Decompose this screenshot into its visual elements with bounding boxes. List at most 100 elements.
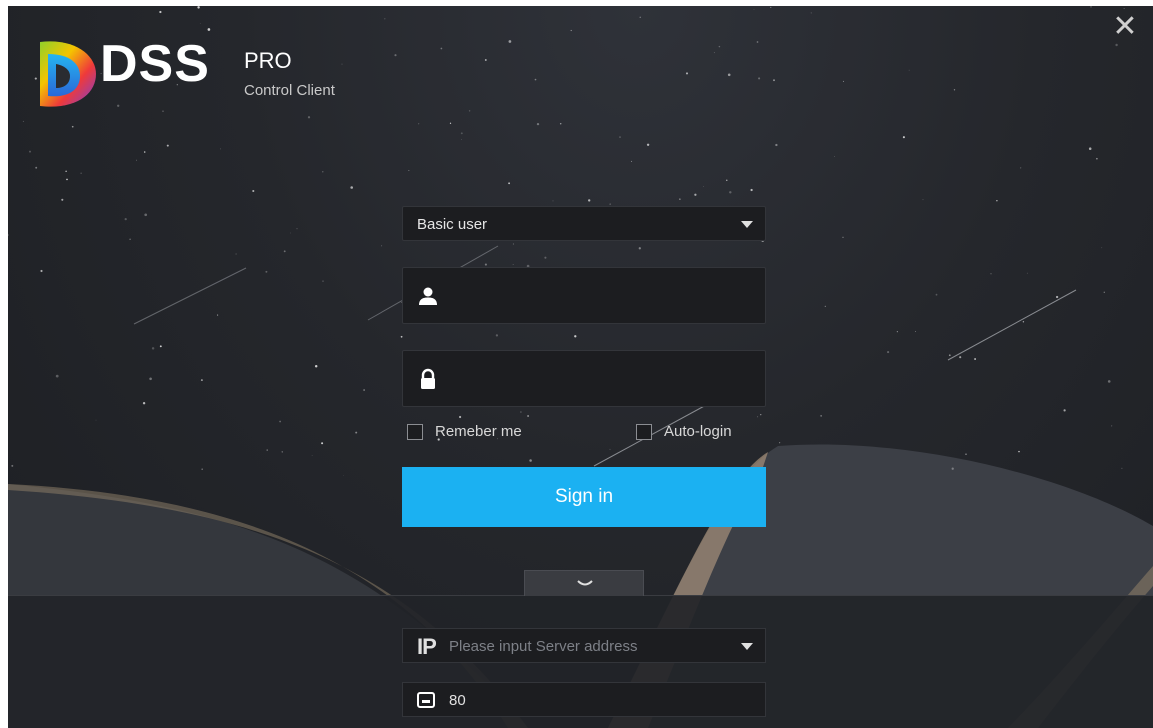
auto-login-checkbox[interactable] [636, 423, 652, 440]
star [343, 474, 345, 476]
logo-subtitle: Control Client [244, 82, 335, 99]
star [718, 45, 721, 48]
star [1088, 147, 1092, 150]
star [694, 193, 697, 196]
star [322, 280, 324, 282]
sign-in-button[interactable]: Sign in [402, 467, 766, 527]
star [166, 144, 169, 147]
star [512, 243, 514, 245]
star [512, 263, 514, 265]
star [1123, 7, 1125, 9]
star [129, 238, 131, 241]
password-field[interactable] [402, 350, 766, 408]
star [842, 80, 844, 82]
star [753, 9, 755, 10]
star [35, 166, 38, 169]
star [1018, 450, 1020, 453]
ip-icon: IP [417, 634, 437, 659]
star [71, 125, 74, 128]
expand-settings-button[interactable] [524, 570, 644, 596]
star [609, 448, 611, 450]
lock-icon [421, 368, 435, 389]
star [1103, 291, 1105, 293]
star [1096, 157, 1098, 160]
star [1107, 380, 1111, 383]
star [631, 160, 633, 162]
close-button[interactable]: ✕ [1111, 12, 1139, 42]
user-type-value: Basic user [417, 216, 488, 233]
star [22, 120, 24, 122]
logo-pro: PRO [244, 48, 292, 73]
star [953, 89, 956, 91]
star [484, 263, 487, 266]
star [460, 132, 463, 135]
star [296, 228, 298, 230]
star [922, 199, 924, 201]
remember-me-option[interactable]: Remeber me [407, 423, 522, 440]
star [66, 178, 68, 181]
star [1022, 321, 1025, 323]
star [418, 123, 420, 125]
star [820, 415, 822, 417]
port-field[interactable]: 80 [402, 682, 766, 717]
star [40, 269, 43, 273]
star [484, 59, 487, 61]
star [887, 351, 890, 354]
star [279, 420, 281, 423]
star [965, 453, 967, 456]
star [508, 40, 512, 43]
star [61, 198, 64, 201]
star [750, 188, 753, 192]
login-window: ✕ DSS PRO Control Client Basic user Reme… [8, 6, 1153, 728]
port-icon [417, 692, 435, 708]
star [508, 182, 510, 185]
star [727, 73, 731, 77]
star [314, 365, 318, 368]
star [495, 334, 499, 337]
star [199, 23, 201, 24]
star [770, 6, 772, 8]
star [283, 250, 286, 253]
star [902, 136, 905, 139]
shooting-star [947, 289, 1077, 361]
shooting-star [133, 267, 247, 325]
star [381, 245, 383, 247]
star [948, 354, 951, 357]
star [1026, 272, 1028, 274]
user-type-select[interactable]: Basic user [402, 206, 766, 241]
username-field[interactable] [402, 267, 766, 325]
star [408, 170, 410, 171]
star [197, 6, 200, 9]
star [321, 442, 324, 445]
star [559, 123, 562, 125]
star [363, 389, 365, 391]
star [11, 464, 14, 467]
star [8, 234, 9, 236]
dss-logo-icon [40, 41, 96, 107]
star [779, 442, 781, 444]
auto-login-option[interactable]: Auto-login [636, 423, 732, 440]
star [824, 305, 826, 307]
star [520, 411, 522, 413]
remember-me-checkbox[interactable] [407, 423, 423, 440]
star [281, 451, 283, 453]
star [1090, 6, 1092, 8]
username-input[interactable] [447, 268, 751, 325]
star [758, 77, 761, 80]
star [959, 356, 962, 359]
star [703, 186, 704, 188]
star [1121, 467, 1123, 469]
star [588, 199, 591, 202]
star [646, 143, 650, 146]
caret-down-icon [741, 221, 753, 228]
user-icon [419, 287, 437, 305]
auto-login-label: Auto-login [664, 423, 732, 440]
star [151, 347, 155, 350]
server-address-select[interactable]: IP Please input Server address [402, 628, 766, 663]
password-input[interactable] [447, 351, 751, 408]
star [162, 110, 164, 112]
star [355, 431, 358, 434]
star [266, 449, 268, 451]
star [775, 143, 778, 147]
star [459, 415, 462, 419]
